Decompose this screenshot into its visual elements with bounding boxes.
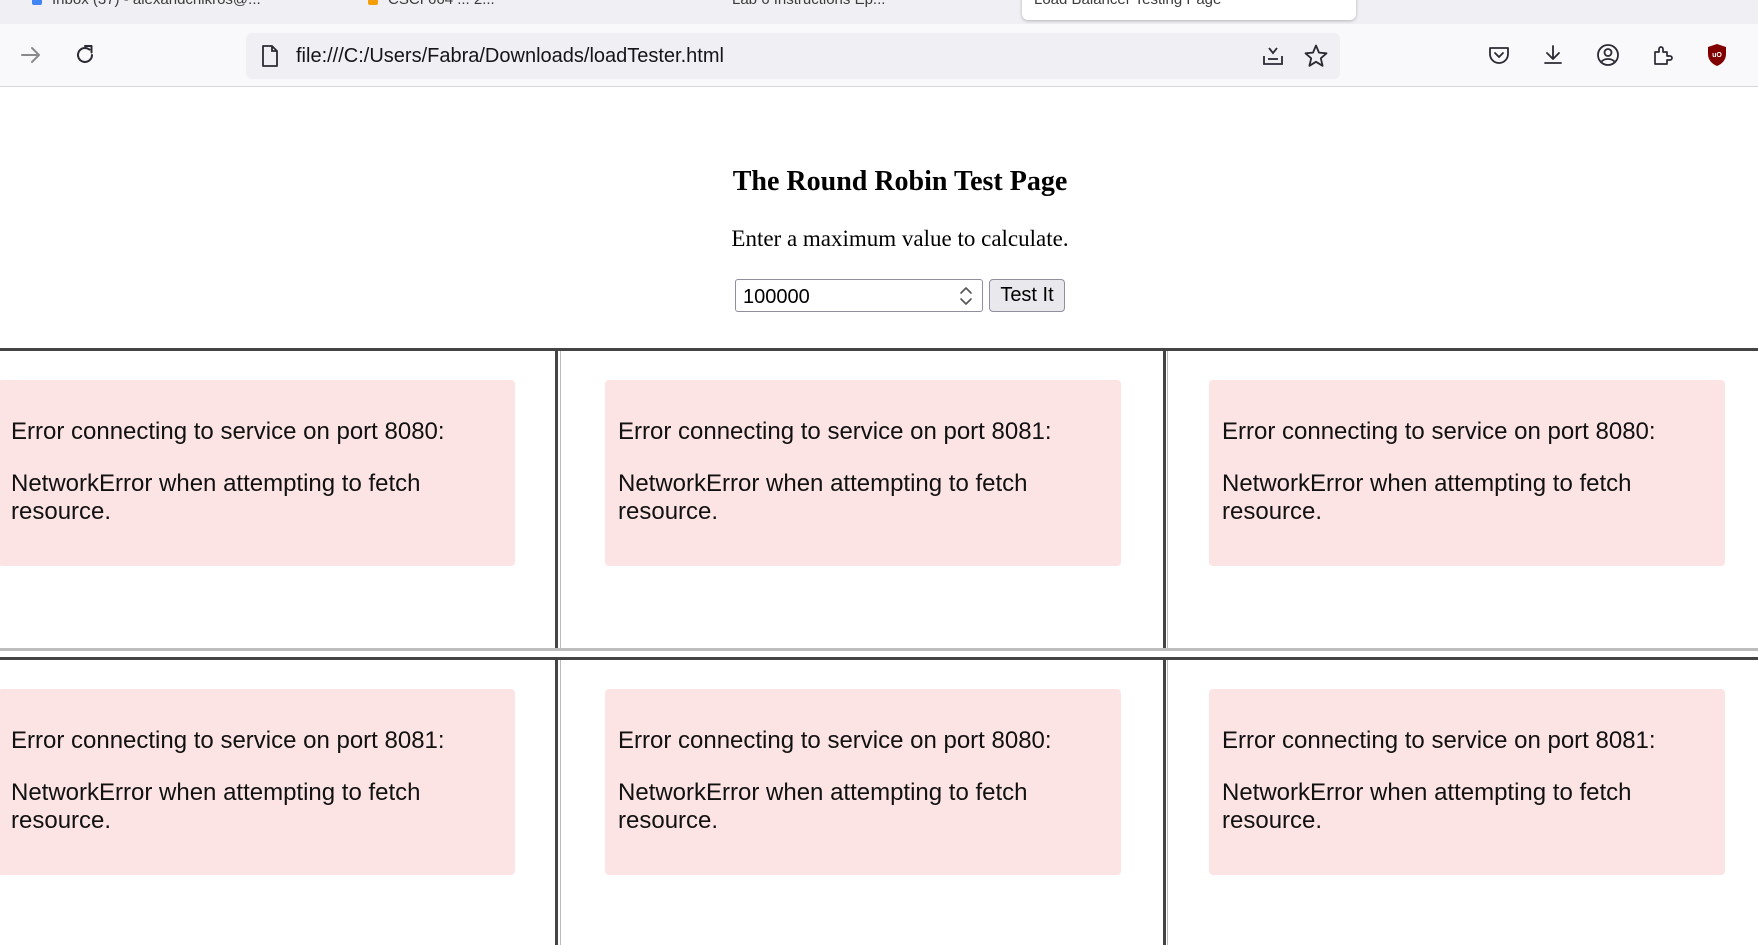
error-message: Error connecting to service on port 8081… — [0, 689, 515, 875]
error-title: Error connecting to service on port 8080… — [11, 418, 445, 445]
test-it-button[interactable]: Test It — [989, 279, 1065, 312]
url-text: file:///C:/Users/Fabra/Downloads/loadTes… — [296, 45, 724, 67]
error-detail: NetworkError when attempting to fetch re… — [618, 470, 1028, 525]
error-message: Error connecting to service on port 8081… — [1209, 689, 1725, 875]
pocket-icon — [1489, 47, 1509, 64]
forward-button[interactable] — [14, 38, 48, 72]
tab-course[interactable]: CSCI 664 ... 2... — [356, 0, 656, 20]
result-cell: Error connecting to service on port 8080… — [560, 660, 1166, 945]
page-title: The Round Robin Test Page — [732, 166, 1068, 197]
test-form: 100000 Test It — [735, 279, 1065, 313]
error-message: Error connecting to service on port 8081… — [605, 380, 1121, 566]
error-detail: NetworkError when attempting to fetch re… — [1222, 470, 1632, 525]
save-to-tray-icon — [1263, 47, 1283, 65]
url-bar[interactable]: file:///C:/Users/Fabra/Downloads/loadTes… — [246, 33, 1340, 79]
pocket-button[interactable] — [1482, 38, 1516, 72]
result-cell: Error connecting to service on port 8080… — [0, 351, 558, 648]
result-cell: Error connecting to service on port 8080… — [1167, 351, 1758, 648]
forward-arrow-icon — [21, 47, 40, 63]
puzzle-piece-icon — [1654, 46, 1673, 65]
results-grid: Error connecting to service on port 8080… — [0, 348, 1758, 945]
error-title: Error connecting to service on port 8081… — [1222, 727, 1656, 754]
results-row: Error connecting to service on port 8081… — [0, 657, 1758, 945]
tab-lab-instructions[interactable]: Lab 6 Instructions Ep... — [720, 0, 1020, 20]
error-detail: NetworkError when attempting to fetch re… — [618, 779, 1028, 834]
download-icon — [1544, 45, 1562, 64]
error-message: Error connecting to service on port 8080… — [605, 689, 1121, 875]
tab-load-balancer[interactable]: Load Balancer Testing Page — [1022, 0, 1356, 20]
error-detail: NetworkError when attempting to fetch re… — [1222, 779, 1632, 834]
ublock-shield-icon: uO — [1708, 44, 1726, 66]
account-icon — [1597, 44, 1619, 66]
result-cell: Error connecting to service on port 8081… — [0, 660, 558, 945]
spinner-arrows-icon[interactable] — [958, 284, 974, 308]
account-button[interactable] — [1591, 38, 1625, 72]
reader-download-button[interactable] — [1258, 41, 1288, 71]
instruction-text: Enter a maximum value to calculate. — [731, 226, 1069, 251]
gmail-icon — [32, 0, 42, 6]
result-cell: Error connecting to service on port 8081… — [560, 351, 1166, 648]
extensions-button[interactable] — [1646, 38, 1680, 72]
error-message: Error connecting to service on port 8080… — [1209, 380, 1725, 566]
error-title: Error connecting to service on port 8080… — [1222, 418, 1656, 445]
tab-inbox[interactable]: Inbox (37) - alexandcnikros@... — [20, 0, 320, 20]
reload-button[interactable] — [68, 38, 102, 72]
error-detail: NetworkError when attempting to fetch re… — [11, 470, 421, 525]
svg-text:uO: uO — [1712, 52, 1722, 59]
results-row: Error connecting to service on port 8080… — [0, 348, 1758, 651]
error-detail: NetworkError when attempting to fetch re… — [11, 779, 421, 834]
tab-strip: Inbox (37) - alexandcnikros@... CSCI 664… — [0, 0, 1758, 24]
result-cell: Error connecting to service on port 8081… — [1167, 660, 1758, 945]
error-title: Error connecting to service on port 8080… — [618, 727, 1052, 754]
bookmark-star-button[interactable] — [1301, 41, 1331, 71]
max-value-text: 100000 — [743, 286, 810, 308]
page-icon — [262, 45, 278, 67]
error-title: Error connecting to service on port 8081… — [11, 727, 445, 754]
reload-icon — [77, 45, 93, 63]
downloads-button[interactable] — [1536, 38, 1570, 72]
max-value-input[interactable]: 100000 — [735, 279, 983, 312]
star-icon — [1304, 44, 1328, 67]
page-content: The Round Robin Test Page Enter a maximu… — [0, 88, 1758, 945]
navigation-toolbar: file:///C:/Users/Fabra/Downloads/loadTes… — [0, 24, 1758, 87]
ublock-origin-button[interactable]: uO — [1700, 38, 1734, 72]
error-message: Error connecting to service on port 8080… — [0, 380, 515, 566]
error-title: Error connecting to service on port 8081… — [618, 418, 1052, 445]
site-icon — [368, 0, 378, 6]
